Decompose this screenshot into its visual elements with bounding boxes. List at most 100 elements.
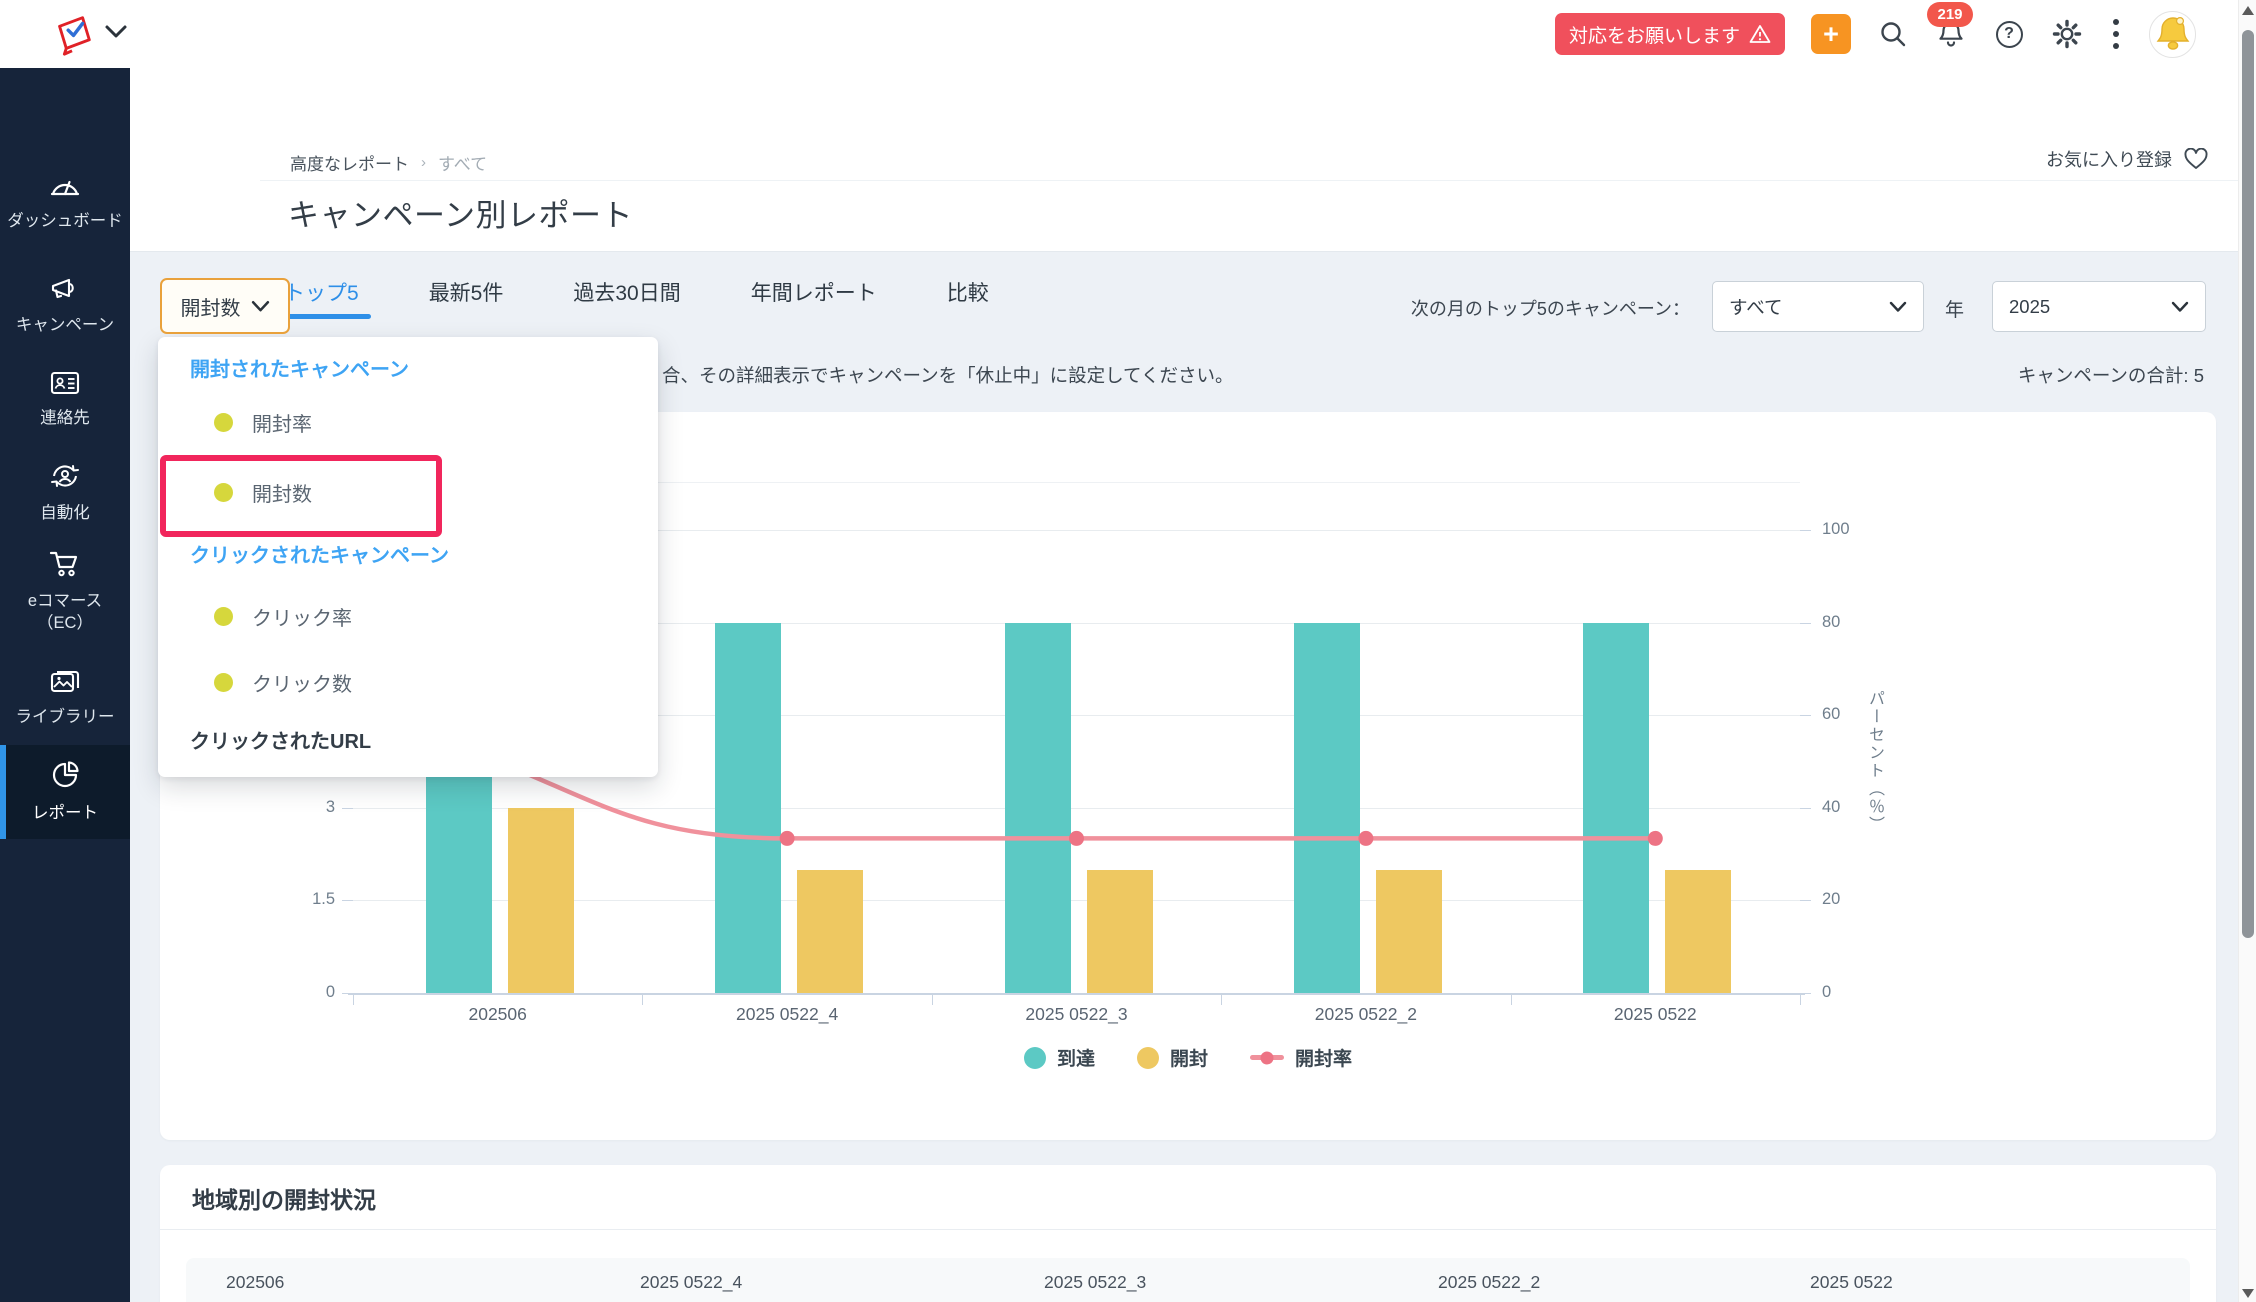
notifications-bell-icon[interactable]: 219: [1935, 18, 1967, 50]
alert-button-label: 対応をお願いします: [1569, 21, 1740, 48]
next-month-top5-label: 次の月のトップ5のキャンペーン：: [1411, 295, 1690, 321]
year-label: 年: [1945, 295, 1964, 322]
legend-item-開封率[interactable]: 開封率: [1250, 1044, 1352, 1071]
metric-dot-icon: [214, 607, 233, 626]
account-chevron-down-icon[interactable]: [104, 24, 128, 45]
scrollbar-thumb[interactable]: [2242, 30, 2254, 938]
legend-marker-icon: [1137, 1047, 1159, 1069]
menu-section-header: 開封されたキャンペーン: [190, 353, 409, 382]
pie-chart-icon: [50, 760, 80, 795]
region-table-column-header: 2025 0522_4: [640, 1272, 742, 1293]
campaign-filter-select[interactable]: すべて: [1712, 281, 1924, 332]
menu-section-header: クリックされたキャンペーン: [190, 539, 449, 568]
tab-3[interactable]: 過去30日間: [569, 266, 684, 318]
legend-line-marker-icon: [1250, 1055, 1284, 1060]
breadcrumb-separator-icon: ›: [421, 154, 426, 171]
page-head-section: 高度なレポート › すべて お気に入り登録 キャンペーン別レポート トップ5最新…: [130, 68, 2256, 252]
menu-item-selected[interactable]: 開封数: [214, 469, 312, 515]
library-icon: [50, 668, 80, 699]
sidebar-item-label: ライブラリー: [4, 706, 126, 728]
chevron-down-icon: [251, 300, 270, 313]
sidebar-item-label: ダッシュボード: [4, 210, 126, 232]
help-icon[interactable]: ?: [1993, 18, 2025, 50]
region-section-title: 地域別の開封状況: [192, 1181, 376, 1215]
metric-dot-icon: [214, 413, 233, 432]
legend-label: 開封率: [1295, 1044, 1352, 1071]
pause-campaign-notice: 合、その詳細表示でキャンペーンを「休止中」に設定してください。: [662, 362, 1233, 388]
region-table-column-header: 202506: [226, 1272, 284, 1293]
chart-legend: 到達 開封 開封率: [160, 1044, 2216, 1071]
sidebar-item-label: 自動化: [4, 502, 126, 524]
more-options-kebab-icon[interactable]: [2109, 18, 2123, 50]
sidebar-item-label: eコマース（EC）: [4, 590, 126, 635]
page-title: キャンペーン別レポート: [288, 190, 633, 235]
breadcrumb-advanced-reports[interactable]: 高度なレポート: [290, 150, 409, 175]
tabs-divider: [130, 251, 2256, 252]
tab-2[interactable]: 最新5件: [425, 266, 508, 318]
scrollbar-up-arrow-icon[interactable]: [2242, 6, 2254, 15]
menu-item-label: クリック率: [252, 602, 352, 631]
region-table-column-header: 2025 0522_2: [1438, 1272, 1540, 1293]
favorite-label: お気に入り登録: [2046, 146, 2172, 172]
chevron-down-icon: [2171, 301, 2189, 313]
tab-bar: トップ5 最新5件 過去30日間 年間レポート 比較: [280, 266, 993, 318]
sidebar-item-dashboard[interactable]: ダッシュボード: [0, 152, 130, 252]
region-table-column-header: 2025 0522: [1810, 1272, 1893, 1293]
sidebar-item-library[interactable]: ライブラリー: [0, 658, 130, 738]
warning-triangle-icon: [1749, 24, 1771, 44]
breadcrumb-all[interactable]: すべて: [438, 150, 487, 175]
region-table-column-header: 2025 0522_3: [1044, 1272, 1146, 1293]
metric-dot-icon: [214, 673, 233, 692]
region-table-header-row: 202506 2025 0522_4 2025 0522_3 2025 0522_2 2…: [186, 1258, 2190, 1302]
cart-icon: [49, 550, 81, 583]
contact-card-icon: [50, 371, 80, 400]
dashboard-icon: [50, 172, 80, 203]
plus-icon: +: [1823, 21, 1839, 48]
legend-item-開封[interactable]: 開封: [1137, 1044, 1208, 1071]
vertical-scrollbar[interactable]: [2238, 0, 2256, 1302]
sidebar-item-reports[interactable]: レポート: [0, 745, 130, 839]
user-avatar[interactable]: [2149, 11, 2196, 58]
menu-item-label: クリック数: [252, 668, 352, 697]
right-axis-title: パーセント（％）: [1862, 690, 1886, 834]
tab-1[interactable]: トップ5: [280, 266, 363, 318]
legend-label: 到達: [1057, 1044, 1095, 1071]
sidebar: ダッシュボードキャンペーン連絡先自動化 eコマース（EC） ライブラリーレポート: [0, 68, 130, 1302]
menu-item[interactable]: クリック率: [214, 593, 352, 639]
tab-4[interactable]: 年間レポート: [747, 266, 881, 318]
year-select[interactable]: 2025: [1992, 281, 2206, 332]
sidebar-item-campaigns[interactable]: キャンペーン: [0, 266, 130, 346]
region-open-status-card: 地域別の開封状況 2025062025 0522_42025 0522_3202…: [160, 1165, 2216, 1302]
region-divider: [160, 1229, 2216, 1230]
campaign-select-value: すべて: [1729, 294, 1782, 320]
top-header-bar: 対応をお願いします + 219 ?: [0, 0, 2256, 68]
app-logo-icon[interactable]: [50, 11, 96, 57]
megaphone-icon: [49, 276, 81, 307]
sidebar-item-contacts[interactable]: 連絡先: [0, 360, 130, 440]
metric-filter-value: 開封数: [181, 292, 241, 321]
menu-item[interactable]: 開封率: [214, 399, 312, 445]
chevron-down-icon: [1889, 301, 1907, 313]
app-window: 対応をお願いします + 219 ?: [0, 0, 2256, 1302]
legend-label: 開封: [1170, 1044, 1208, 1071]
scrollbar-down-arrow-icon[interactable]: [2242, 1289, 2254, 1298]
campaign-total: キャンペーンの合計: 5: [2018, 362, 2204, 388]
sidebar-item-label: 連絡先: [4, 407, 126, 429]
create-new-button[interactable]: +: [1811, 14, 1851, 54]
add-favorite-button[interactable]: お気に入り登録: [2046, 146, 2208, 172]
search-icon[interactable]: [1877, 18, 1909, 50]
legend-marker-icon: [1024, 1047, 1046, 1069]
menu-item-clicked-url[interactable]: クリックされたURL: [190, 725, 371, 754]
tab-5[interactable]: 比較: [943, 266, 993, 318]
sidebar-item-ecommerce[interactable]: eコマース（EC）: [0, 542, 130, 642]
action-required-button[interactable]: 対応をお願いします: [1555, 13, 1785, 55]
metric-dropdown-menu: 開封されたキャンペーン開封率開封数クリックされたキャンペーンクリック率クリック数…: [158, 337, 658, 777]
metric-filter-button[interactable]: 開封数: [160, 278, 290, 334]
legend-item-到達[interactable]: 到達: [1024, 1044, 1095, 1071]
settings-gear-icon[interactable]: [2051, 18, 2083, 50]
sidebar-item-label: キャンペーン: [4, 314, 126, 336]
menu-item[interactable]: クリック数: [214, 659, 352, 705]
sidebar-item-automation[interactable]: 自動化: [0, 453, 130, 533]
menu-item-label: 開封数: [252, 478, 312, 507]
heart-icon: [2184, 148, 2208, 170]
